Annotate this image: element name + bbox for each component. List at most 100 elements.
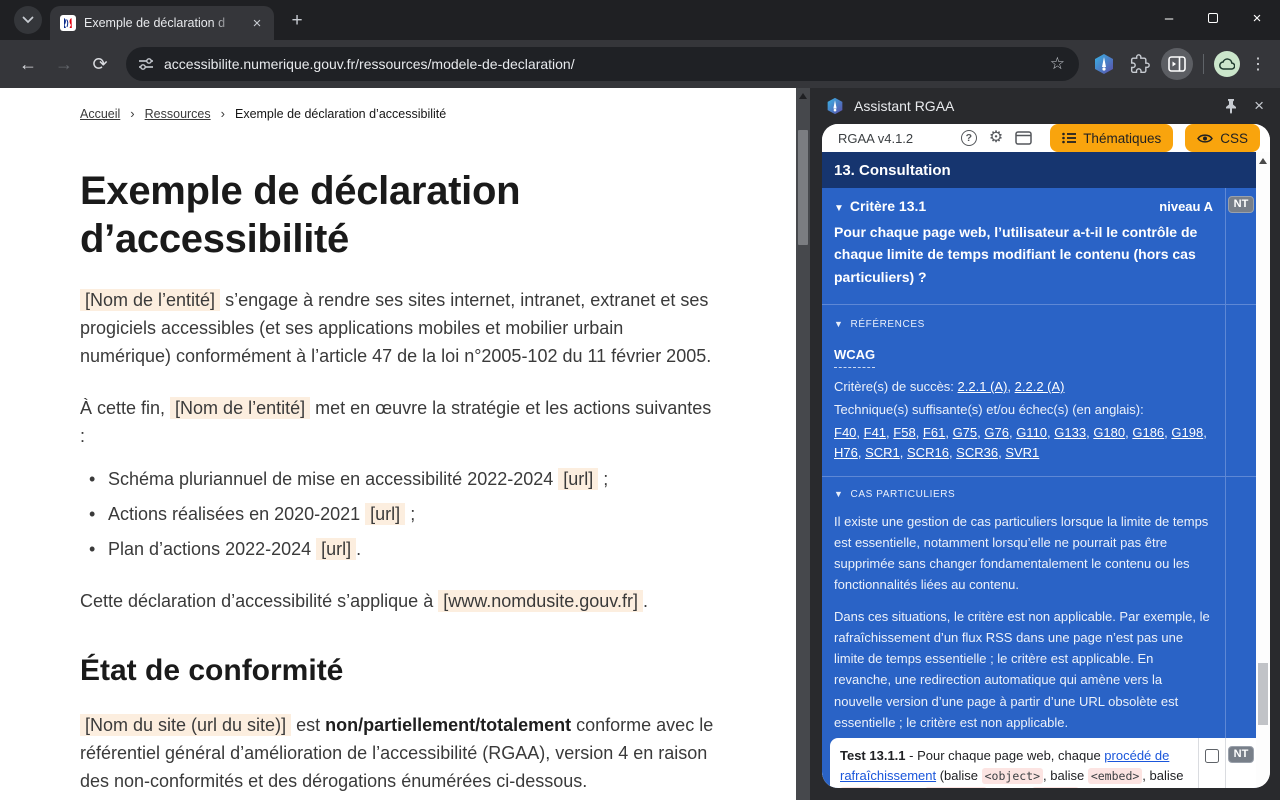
collapse-triangle-icon: ▼ [834,319,844,329]
back-button[interactable]: ← [12,48,44,80]
scroll-up-arrow-icon[interactable] [799,93,807,99]
criterion-title: Critère 13.1 [850,198,926,214]
window-icon[interactable] [1015,131,1032,145]
close-window-button[interactable]: × [1242,3,1272,33]
extensions-puzzle-icon[interactable] [1125,49,1155,79]
reference-link[interactable]: G133 [1054,425,1086,440]
maximize-button[interactable] [1198,3,1228,33]
topic-header: 13. Consultation [822,152,1256,188]
test-checkbox-column [1198,738,1225,788]
browser-tab[interactable]: Exemple de déclaration d × [50,6,274,40]
tab-close-button[interactable]: × [248,14,266,32]
special-case-paragraph: Il existe une gestion de cas particulier… [834,511,1213,595]
strategy-paragraph: À cette fin, [Nom de l’entité] met en œu… [80,395,718,451]
page-scrollbar-thumb[interactable] [798,130,808,245]
reference-link[interactable]: SCR36 [956,445,998,460]
page-title: Exemple de déclaration d’accessibilité [80,167,718,263]
conformity-paragraph: [Nom du site (url du site)] est non/part… [80,712,718,796]
test-checkbox[interactable] [1205,749,1219,763]
panel-scrollbar[interactable] [1256,152,1270,788]
panel-close-button[interactable]: × [1254,96,1264,116]
reference-link[interactable]: SVR1 [1005,445,1039,460]
site-info-icon[interactable] [138,57,154,71]
tab-title: Exemple de déclaration d [84,16,240,30]
reference-link[interactable]: G76 [984,425,1009,440]
reference-link[interactable]: G198 [1171,425,1203,440]
scroll-up-arrow-icon[interactable] [1259,158,1267,164]
tab-strip: Exemple de déclaration d × + – × [0,0,1280,40]
reference-link[interactable]: F40 [834,425,856,440]
reference-link[interactable]: F61 [923,425,945,440]
list-item: Plan d’actions 2022-2024 [url]. [89,536,718,564]
rgaa-body: 13. Consultation ▼ Critère 13.1 niveau A … [822,152,1270,788]
reference-link[interactable]: G180 [1093,425,1125,440]
reference-link[interactable]: F41 [864,425,886,440]
rgaa-toolbar: RGAA v4.1.2 ? ⚙ [822,124,1270,152]
pin-icon[interactable] [1224,98,1238,114]
technique-links[interactable]: F40, F41, F58, F61, G75, G76, G110, G133… [834,423,1213,465]
browser-toolbar: ← → ⟳ accessibilite.numerique.gouv.fr/re… [0,40,1280,88]
rgaa-content: 13. Consultation ▼ Critère 13.1 niveau A … [822,152,1256,788]
minimize-button[interactable]: – [1154,3,1184,33]
special-cases-label: CAS PARTICULIERS [851,489,956,500]
url-bar[interactable]: accessibilite.numerique.gouv.fr/ressourc… [126,47,1079,81]
criterion-level: niveau A [1159,199,1213,214]
special-cases-toggle[interactable]: ▼CAS PARTICULIERS [834,489,1213,500]
breadcrumb-accueil[interactable]: Accueil [80,107,120,121]
status-badge[interactable]: NT [1228,746,1255,763]
browser-menu-button[interactable]: ⋮ [1246,54,1270,74]
test-status-column: NT [1225,738,1256,788]
help-icon[interactable]: ? [961,130,977,146]
success-criteria-label: Critère(s) de succès: [834,379,958,394]
references-toggle[interactable]: ▼RÉFÉRENCES [834,317,1213,333]
rgaa-extension-icon[interactable] [1089,49,1119,79]
techniques-label: Technique(s) suffisante(s) et/ou échec(s… [834,400,1213,421]
assistant-rgaa-panel: Assistant RGAA × RGAA v4.1.2 ? ⚙ [810,88,1280,800]
reference-link[interactable]: G75 [953,425,978,440]
criterion-toggle[interactable]: ▼ Critère 13.1 [834,198,926,214]
actions-list: Schéma pluriannuel de mise en accessibil… [89,466,718,564]
reference-link[interactable]: H76 [834,445,858,460]
toolbar-separator [1203,54,1204,74]
panel-scrollbar-thumb[interactable] [1258,663,1268,725]
page-scrollbar[interactable] [796,88,810,800]
reference-link[interactable]: F58 [893,425,915,440]
forward-button[interactable]: → [48,48,80,80]
profile-avatar[interactable] [1214,51,1240,77]
browser-window: Exemple de déclaration d × + – × ← → ⟳ a… [0,0,1280,800]
content-area: Accueil › Ressources › Exemple de déclar… [0,88,1280,800]
reference-link[interactable]: SCR16 [907,445,949,460]
list-icon [1062,132,1076,144]
status-badge[interactable]: NT [1228,196,1255,213]
gear-icon[interactable]: ⚙ [989,130,1003,146]
reference-link[interactable]: G110 [1016,425,1047,440]
reference-link[interactable]: 2.2.2 (A) [1015,379,1065,394]
collapse-triangle-icon: ▼ [834,203,844,214]
side-panel-header: Assistant RGAA × [810,88,1280,124]
success-criteria-links[interactable]: 2.2.1 (A), 2.2.2 (A) [958,379,1065,394]
web-page: Accueil › Ressources › Exemple de déclar… [0,88,796,800]
tab-search-button[interactable] [14,6,42,34]
criterion-status-column: NT [1225,188,1256,304]
reference-link[interactable]: 2.2.1 (A) [958,379,1008,394]
wcag-link[interactable]: WCAG [834,345,875,368]
reference-link[interactable]: SCR1 [865,445,900,460]
side-panel-icon [1168,56,1186,72]
bookmark-star-icon[interactable]: ☆ [1042,54,1073,74]
criterion-block: ▼ Critère 13.1 niveau A Pour chaque page … [822,188,1256,788]
css-button[interactable]: CSS [1185,124,1260,152]
side-panel-button[interactable] [1161,48,1193,80]
breadcrumb: Accueil › Ressources › Exemple de déclar… [80,106,718,121]
intro-paragraph: [Nom de l’entité] s’engage à rendre ses … [80,287,718,371]
rgaa-toolbar-icons: ? ⚙ [961,130,1032,146]
url-text[interactable]: accessibilite.numerique.gouv.fr/ressourc… [164,56,1032,72]
reload-button[interactable]: ⟳ [84,48,116,80]
criterion-question: Pour chaque page web, l’utilisateur a-t-… [834,221,1213,288]
reference-link[interactable]: G186 [1132,425,1164,440]
new-tab-button[interactable]: + [284,10,310,32]
references-row: ▼RÉFÉRENCES WCAG Critère(s) de succès: 2… [822,305,1256,477]
thematiques-button[interactable]: Thématiques [1050,124,1173,152]
breadcrumb-ressources[interactable]: Ressources [145,107,211,121]
scope-paragraph: Cette déclaration d’accessibilité s’appl… [80,588,718,616]
toolbar-actions: ⋮ [1089,48,1270,80]
